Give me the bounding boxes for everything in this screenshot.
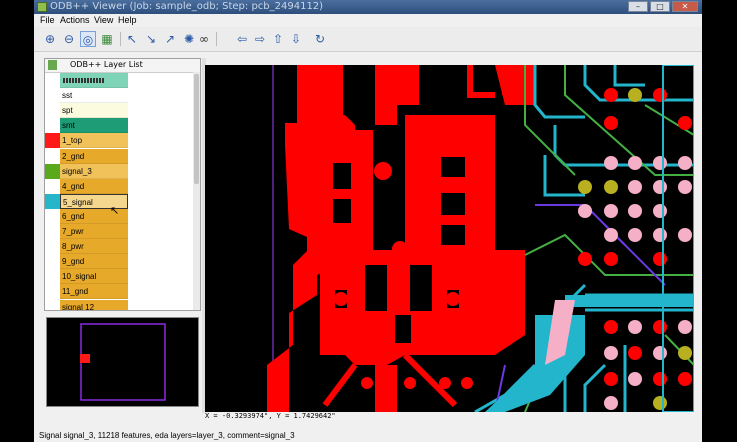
layer-color-swatch[interactable] bbox=[45, 284, 60, 299]
toolbar-separator bbox=[216, 32, 217, 46]
layer-color-swatch[interactable] bbox=[45, 163, 60, 179]
zoom-window-icon[interactable]: ◎ bbox=[80, 31, 96, 47]
layer-color-swatch[interactable] bbox=[45, 239, 60, 254]
layer-row[interactable]: 2_gnd bbox=[45, 148, 192, 164]
view-window-marker[interactable] bbox=[80, 354, 90, 363]
menu-file[interactable]: File bbox=[40, 15, 55, 25]
pcb-artwork bbox=[267, 65, 694, 412]
layers-icon bbox=[48, 60, 57, 70]
layer-color-swatch[interactable] bbox=[45, 224, 60, 239]
layer-row[interactable] bbox=[45, 73, 192, 88]
layer-color-swatch[interactable] bbox=[45, 103, 60, 118]
layer-list-scrollbar[interactable] bbox=[193, 72, 200, 310]
pan-up-icon[interactable]: ⇧ bbox=[270, 31, 286, 47]
layer-row[interactable]: sst bbox=[45, 88, 192, 104]
coordinate-readout: X = -0.3293974", Y = 1.7429642" bbox=[205, 412, 336, 420]
layer-name[interactable]: spt bbox=[60, 103, 128, 119]
layer-color-swatch[interactable] bbox=[45, 193, 60, 209]
zoom-in-icon[interactable]: ⊕ bbox=[42, 31, 58, 47]
layer-color-swatch[interactable] bbox=[45, 149, 60, 164]
layer-color-swatch[interactable] bbox=[45, 73, 60, 88]
pan-right-icon[interactable]: ⇨ bbox=[252, 31, 268, 47]
layer-row[interactable]: 1_top bbox=[45, 133, 192, 149]
layer-name-placeholder bbox=[63, 78, 105, 83]
layer-list-panel: ODB++ Layer List sst spt smt 1_top 2_gnd sign… bbox=[44, 58, 201, 311]
layer-name[interactable]: signal_3 bbox=[60, 163, 128, 179]
layer-row[interactable]: signal_3 bbox=[45, 163, 192, 179]
layer-row[interactable]: 4_gnd bbox=[45, 178, 192, 194]
pan-down-icon[interactable]: ⇩ bbox=[288, 31, 304, 47]
layer-name[interactable] bbox=[60, 73, 128, 88]
mouse-cursor-icon: ↖ bbox=[110, 204, 120, 217]
minimap-board bbox=[80, 323, 166, 401]
layer-name[interactable]: 9_gnd bbox=[60, 254, 128, 270]
menu-help[interactable]: Help bbox=[118, 15, 137, 25]
snap-icon[interactable]: ↗ bbox=[162, 31, 178, 47]
layer-name[interactable]: 7_pwr bbox=[60, 224, 128, 239]
layer-color-swatch[interactable] bbox=[45, 300, 60, 311]
layer-row[interactable]: 11_gnd bbox=[45, 284, 192, 300]
board-outline bbox=[80, 323, 166, 401]
layer-row[interactable]: 7_pwr bbox=[45, 224, 192, 239]
zoom-fit-icon[interactable]: ▦ bbox=[99, 31, 115, 47]
window-controls: – □ ✕ bbox=[628, 1, 698, 13]
zoom-out-icon[interactable]: ⊖ bbox=[61, 31, 77, 47]
layer-name[interactable]: 11_gnd bbox=[60, 284, 128, 300]
redraw-icon[interactable]: ↻ bbox=[312, 31, 328, 47]
layer-row[interactable]: signal 12 bbox=[45, 299, 192, 311]
layer-name[interactable]: 4_gnd bbox=[60, 178, 128, 194]
binoculars-icon[interactable]: ∞ bbox=[196, 31, 212, 47]
layer-name[interactable]: sst bbox=[60, 88, 128, 104]
layer-row[interactable]: spt bbox=[45, 103, 192, 119]
pcb-canvas[interactable] bbox=[205, 65, 694, 412]
pan-left-icon[interactable]: ⇦ bbox=[234, 31, 250, 47]
copper-pour bbox=[267, 65, 535, 412]
toolbar: ⊕ ⊖ ◎ ▦ ↖ ↘ ↗ ✺ ∞ ⇦ ⇨ ⇧ ⇩ ↻ bbox=[34, 27, 702, 52]
layer-name[interactable]: 1_top bbox=[60, 133, 128, 149]
measure-icon[interactable]: ↘ bbox=[143, 31, 159, 47]
layer-name[interactable]: smt bbox=[60, 118, 128, 134]
layer-list-title: ODB++ Layer List bbox=[70, 60, 143, 69]
app-window: ODB++ Viewer (Job: sample_odb; Step: pcb… bbox=[34, 0, 702, 442]
minimize-button[interactable]: – bbox=[628, 1, 648, 12]
layer-color-swatch[interactable] bbox=[45, 269, 60, 284]
app-icon bbox=[37, 2, 47, 12]
status-text: Signal signal_3, 11218 features, eda lay… bbox=[39, 431, 295, 440]
layer-name[interactable]: 8_pwr bbox=[60, 239, 128, 255]
layer-color-swatch[interactable] bbox=[45, 133, 60, 149]
layer-color-swatch[interactable] bbox=[45, 118, 60, 133]
vias bbox=[578, 88, 692, 410]
close-button[interactable]: ✕ bbox=[672, 1, 698, 12]
select-icon[interactable]: ↖ bbox=[124, 31, 140, 47]
layer-list-header: ODB++ Layer List bbox=[45, 59, 200, 73]
layer-color-swatch[interactable] bbox=[45, 179, 60, 194]
layer-name[interactable]: 10_signal bbox=[60, 269, 128, 285]
layer-color-swatch[interactable] bbox=[45, 254, 60, 269]
overview-minimap[interactable] bbox=[46, 317, 199, 407]
scroll-thumb[interactable] bbox=[194, 74, 199, 184]
layer-row[interactable]: 8_pwr bbox=[45, 239, 192, 255]
layer-name[interactable]: 2_gnd bbox=[60, 148, 128, 164]
layer-row[interactable]: 9_gnd bbox=[45, 254, 192, 270]
maximize-button[interactable]: □ bbox=[650, 1, 670, 12]
title-bar[interactable]: ODB++ Viewer (Job: sample_odb; Step: pcb… bbox=[34, 0, 702, 14]
status-bar: Signal signal_3, 11218 features, eda lay… bbox=[34, 430, 702, 442]
menu-bar: File Actions View Help bbox=[34, 14, 702, 27]
toolbar-separator bbox=[120, 32, 121, 46]
info-icon[interactable]: ✺ bbox=[181, 31, 197, 47]
layer-row[interactable]: smt bbox=[45, 118, 192, 134]
window-title: ODB++ Viewer (Job: sample_odb; Step: pcb… bbox=[50, 1, 324, 12]
menu-view[interactable]: View bbox=[94, 15, 113, 25]
menu-actions[interactable]: Actions bbox=[60, 15, 90, 25]
layer-color-swatch[interactable] bbox=[45, 209, 60, 224]
layer-row[interactable]: 10_signal bbox=[45, 269, 192, 285]
layer-color-swatch[interactable] bbox=[45, 88, 60, 103]
layer-name[interactable]: signal 12 bbox=[60, 299, 128, 310]
